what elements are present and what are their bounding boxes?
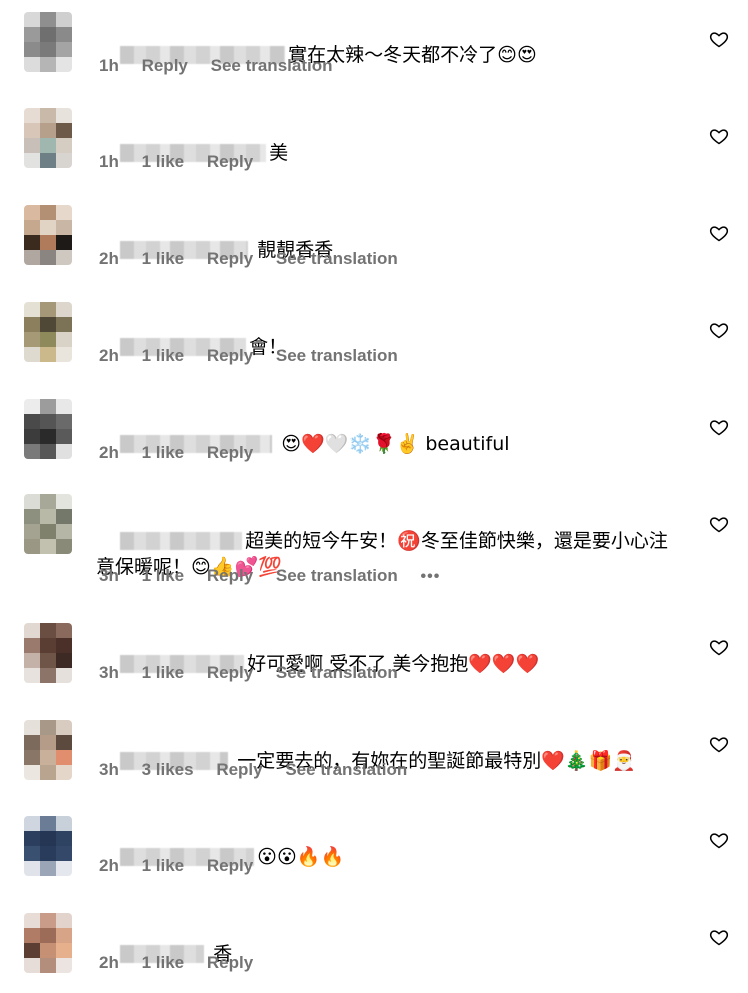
see-translation-button[interactable]: See translation xyxy=(285,760,407,779)
avatar[interactable] xyxy=(24,205,72,265)
reply-button[interactable]: Reply xyxy=(207,663,253,682)
heart-outline-icon[interactable] xyxy=(709,927,729,947)
timestamp: 2h xyxy=(99,443,119,462)
heart-outline-icon[interactable] xyxy=(709,223,729,243)
like-count[interactable]: 3 likes xyxy=(142,760,194,779)
reply-button[interactable]: Reply xyxy=(207,152,253,171)
see-translation-button[interactable]: See translation xyxy=(276,249,398,268)
heart-outline-icon[interactable] xyxy=(709,514,729,534)
reply-button[interactable]: Reply xyxy=(142,56,188,75)
like-count[interactable]: 1 like xyxy=(142,346,185,365)
heart-outline-icon[interactable] xyxy=(709,734,729,754)
timestamp: 3h xyxy=(99,566,119,585)
heart-outline-icon[interactable] xyxy=(709,830,729,850)
see-translation-button[interactable]: See translation xyxy=(276,566,398,585)
avatar[interactable] xyxy=(24,302,72,362)
avatar[interactable] xyxy=(24,108,72,168)
timestamp: 3h xyxy=(99,663,119,682)
avatar[interactable] xyxy=(24,623,72,683)
see-translation-button[interactable]: See translation xyxy=(276,346,398,365)
avatar[interactable] xyxy=(24,494,72,554)
timestamp: 2h xyxy=(99,953,119,972)
avatar[interactable] xyxy=(24,12,72,72)
timestamp: 2h xyxy=(99,249,119,268)
timestamp: 1h xyxy=(99,152,119,171)
heart-outline-icon[interactable] xyxy=(709,320,729,340)
timestamp: 1h xyxy=(99,56,119,75)
like-count[interactable]: 1 like xyxy=(142,249,185,268)
username-redacted[interactable] xyxy=(120,532,243,550)
reply-button[interactable]: Reply xyxy=(216,760,262,779)
like-count[interactable]: 1 like xyxy=(142,856,185,875)
avatar[interactable] xyxy=(24,399,72,459)
like-count[interactable]: 1 like xyxy=(142,152,185,171)
like-count[interactable]: 1 like xyxy=(142,663,185,682)
heart-outline-icon[interactable] xyxy=(709,29,729,49)
reply-button[interactable]: Reply xyxy=(207,856,253,875)
avatar[interactable] xyxy=(24,913,72,973)
reply-button[interactable]: Reply xyxy=(207,443,253,462)
like-count[interactable]: 1 like xyxy=(142,443,185,462)
more-options-icon[interactable]: ••• xyxy=(421,568,441,585)
reply-button[interactable]: Reply xyxy=(207,566,253,585)
timestamp: 3h xyxy=(99,760,119,779)
comment-text: 😍❤️🤍❄️🌹✌️ beautiful xyxy=(281,433,510,455)
avatar[interactable] xyxy=(24,816,72,876)
heart-outline-icon[interactable] xyxy=(709,126,729,146)
reply-button[interactable]: Reply xyxy=(207,346,253,365)
like-count[interactable]: 1 like xyxy=(142,566,185,585)
avatar[interactable] xyxy=(24,720,72,780)
heart-outline-icon[interactable] xyxy=(709,637,729,657)
see-translation-button[interactable]: See translation xyxy=(211,56,333,75)
like-count[interactable]: 1 like xyxy=(142,953,185,972)
timestamp: 2h xyxy=(99,856,119,875)
timestamp: 2h xyxy=(99,346,119,365)
reply-button[interactable]: Reply xyxy=(207,249,253,268)
reply-button[interactable]: Reply xyxy=(207,953,253,972)
comment-text: 美 xyxy=(269,142,289,164)
see-translation-button[interactable]: See translation xyxy=(276,663,398,682)
heart-outline-icon[interactable] xyxy=(709,417,729,437)
